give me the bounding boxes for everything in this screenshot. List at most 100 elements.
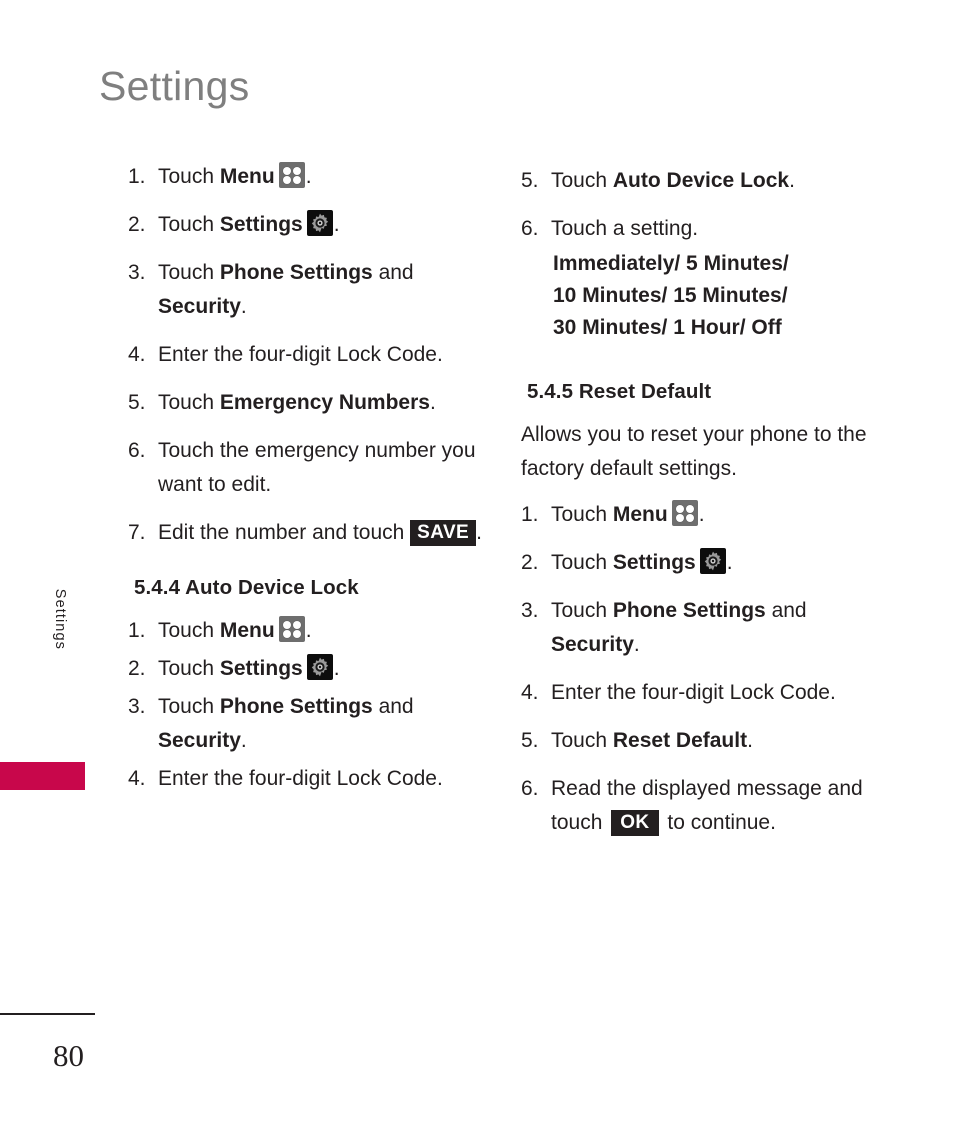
save-keycap: SAVE bbox=[410, 520, 477, 546]
list-item: 2. Touch Settings. bbox=[521, 546, 881, 580]
step-text-tail: . bbox=[726, 551, 733, 574]
step-number: 6. bbox=[521, 777, 539, 800]
footer-divider bbox=[0, 1013, 95, 1015]
step-number: 2. bbox=[521, 551, 539, 574]
step-number: 2. bbox=[128, 657, 146, 680]
step-text-mid: and bbox=[372, 261, 414, 284]
step-number: 4. bbox=[521, 681, 539, 704]
step-text-tail: . bbox=[429, 391, 436, 414]
left-continued-step-list: 1. Touch Menu. 2. Touch Settings. 3. Tou… bbox=[128, 160, 488, 550]
step-text: Enter the four-digit Lock Code. bbox=[158, 767, 443, 790]
option-line: Immediately/ 5 Minutes/ bbox=[553, 252, 789, 275]
step-text-mid: and bbox=[372, 695, 414, 718]
step-number: 6. bbox=[128, 439, 146, 462]
list-item: 3. Touch Phone Settings and Security. bbox=[128, 256, 488, 324]
step-number: 7. bbox=[128, 521, 146, 544]
step-text: Touch bbox=[158, 657, 220, 680]
step-text-tail: . bbox=[789, 169, 795, 192]
step-number: 1. bbox=[128, 619, 146, 642]
right-continued-step-list: 5. Touch Auto Device Lock. 6. Touch a se… bbox=[521, 164, 881, 344]
auto-device-lock-step-list: 1. Touch Menu. 2. Touch Settings. 3. Tou… bbox=[128, 614, 488, 796]
page-number: 80 bbox=[53, 1038, 84, 1073]
step-text-mid: and bbox=[765, 599, 807, 622]
step-emphasis: Menu bbox=[219, 619, 275, 642]
list-item: 6. Touch a setting. Immediately/ 5 Minut… bbox=[521, 212, 881, 344]
step-text-tail: . bbox=[240, 729, 247, 752]
list-item: 6. Touch the emergency number you want t… bbox=[128, 434, 488, 502]
section-heading-reset-default: 5.4.5 Reset Default bbox=[527, 380, 712, 403]
side-tab: Settings bbox=[0, 589, 95, 760]
step-emphasis: Menu bbox=[612, 503, 668, 526]
step-number: 1. bbox=[521, 503, 539, 526]
right-column: 5. Touch Auto Device Lock. 6. Touch a se… bbox=[521, 164, 881, 840]
step-text: Enter the four-digit Lock Code. bbox=[551, 681, 836, 704]
list-item: 1. Touch Menu. bbox=[521, 498, 881, 532]
step-number: 4. bbox=[128, 343, 146, 366]
list-item: 7. Edit the number and touch SAVE. bbox=[128, 516, 488, 550]
list-item: 3. Touch Phone Settings and Security. bbox=[128, 690, 488, 758]
list-item: 4. Enter the four-digit Lock Code. bbox=[521, 676, 881, 710]
step-emphasis-2: Security bbox=[158, 729, 241, 752]
gear-icon bbox=[306, 210, 333, 236]
step-emphasis: Menu bbox=[219, 165, 275, 188]
step-text: Touch bbox=[551, 599, 613, 622]
step-text: Touch bbox=[551, 169, 613, 192]
step-text: Touch bbox=[551, 503, 613, 526]
step-text: Touch bbox=[158, 619, 220, 642]
step-number: 3. bbox=[128, 261, 146, 284]
step-emphasis-2: Security bbox=[551, 633, 634, 656]
step-text: Touch bbox=[158, 695, 220, 718]
gear-icon bbox=[306, 654, 333, 680]
step-text-tail: . bbox=[747, 729, 753, 752]
step-number: 4. bbox=[128, 767, 146, 790]
step-text: Touch bbox=[158, 213, 220, 236]
page-title: Settings bbox=[99, 63, 250, 109]
list-item: 4. Enter the four-digit Lock Code. bbox=[128, 338, 488, 372]
step-text-tail: . bbox=[333, 657, 340, 680]
step-number: 3. bbox=[521, 599, 539, 622]
step-text: Touch bbox=[158, 165, 220, 188]
reset-default-description: Allows you to reset your phone to the fa… bbox=[521, 423, 867, 480]
list-item: 5. Touch Reset Default. bbox=[521, 724, 881, 758]
menu-grid-icon bbox=[671, 500, 698, 526]
step-text-tail: to continue. bbox=[661, 811, 776, 834]
list-item: 2. Touch Settings. bbox=[128, 208, 488, 242]
step-number: 6. bbox=[521, 217, 539, 240]
menu-grid-icon bbox=[278, 616, 305, 642]
step-text-tail: . bbox=[633, 633, 640, 656]
step-emphasis: Auto Device Lock bbox=[612, 169, 790, 192]
step-text: Touch bbox=[158, 261, 220, 284]
step-emphasis: Settings bbox=[219, 657, 303, 680]
step-number: 2. bbox=[128, 213, 146, 236]
step-text-tail: . bbox=[333, 213, 340, 236]
step-text-tail: . bbox=[698, 503, 705, 526]
step-text: Enter the four-digit Lock Code. bbox=[158, 343, 443, 366]
list-item: 5. Touch Emergency Numbers. bbox=[128, 386, 488, 420]
step-emphasis-2: Security bbox=[158, 295, 241, 318]
step-text: Touch the emergency number you want to e… bbox=[158, 439, 476, 496]
step-emphasis: Emergency Numbers bbox=[219, 391, 430, 414]
list-item: 2. Touch Settings. bbox=[128, 652, 488, 686]
step-emphasis: Reset Default bbox=[612, 729, 748, 752]
step-number: 1. bbox=[128, 165, 146, 188]
step-number: 5. bbox=[128, 391, 146, 414]
ok-keycap: OK bbox=[611, 810, 659, 836]
section-heading-auto-device-lock: 5.4.4 Auto Device Lock bbox=[134, 576, 359, 599]
left-column: 1. Touch Menu. 2. Touch Settings. 3. Tou… bbox=[128, 160, 488, 796]
reset-default-step-list: 1. Touch Menu. 2. Touch Settings. 3. Tou… bbox=[521, 498, 881, 840]
step-text-tail: . bbox=[240, 295, 247, 318]
option-line: 10 Minutes/ 15 Minutes/ bbox=[553, 284, 788, 307]
list-item: 4. Enter the four-digit Lock Code. bbox=[128, 762, 488, 796]
menu-grid-icon bbox=[278, 162, 305, 188]
step-text: Touch bbox=[158, 391, 220, 414]
list-item: 6. Read the displayed message and touch … bbox=[521, 772, 881, 840]
step-emphasis: Phone Settings bbox=[219, 261, 373, 284]
step-number: 5. bbox=[521, 729, 539, 752]
step-number: 5. bbox=[521, 169, 539, 192]
list-item: 1. Touch Menu. bbox=[128, 614, 488, 648]
step-emphasis: Settings bbox=[219, 213, 303, 236]
step-text-tail: . bbox=[305, 165, 312, 188]
side-tab-color-marker bbox=[0, 762, 85, 790]
side-tab-label: Settings bbox=[52, 588, 68, 650]
step-text-tail: . bbox=[305, 619, 312, 642]
